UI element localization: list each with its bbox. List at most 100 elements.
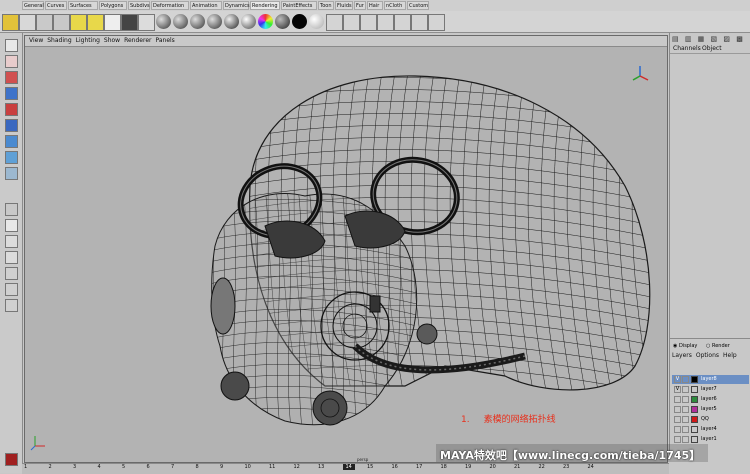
timeline-tick[interactable]: 9 (220, 464, 223, 470)
layer-color-swatch[interactable] (691, 386, 698, 393)
shelf-tab-dynamics[interactable]: Dynamics (223, 1, 250, 10)
object-menu[interactable]: Object (702, 45, 722, 52)
graph-editor-layout-icon[interactable] (5, 267, 18, 280)
material-sphere-icon[interactable] (207, 14, 222, 29)
batch-render-icon[interactable] (53, 14, 70, 31)
layer-row[interactable]: layer1 (672, 435, 749, 444)
layer-playback-toggle[interactable] (682, 436, 689, 443)
shelf-tab-curves[interactable]: Curves (45, 1, 67, 10)
layer-row[interactable]: layer4 (672, 425, 749, 434)
ramp-shader-icon[interactable] (258, 14, 273, 29)
layer-visibility-toggle[interactable] (674, 416, 681, 423)
shelf-tab-rendering[interactable]: Rendering (250, 1, 280, 10)
layer-color-swatch[interactable] (691, 436, 698, 443)
perspective-viewport[interactable]: View Shading Lighting Show Renderer Panels (24, 35, 668, 463)
timeline-tick[interactable]: 8 (196, 464, 199, 470)
layer-menu-help[interactable]: Help (723, 352, 737, 359)
show-manipulator-icon[interactable] (5, 167, 18, 180)
select-tool-icon[interactable] (5, 39, 18, 52)
timeline-tick[interactable]: 6 (147, 464, 150, 470)
viewport-menu-lighting[interactable]: Lighting (76, 37, 100, 44)
material-sphere-icon[interactable] (241, 14, 256, 29)
timeline-tick[interactable]: 14 (342, 464, 355, 470)
script-editor-icon[interactable] (5, 453, 18, 466)
paint-select-tool-icon[interactable] (5, 71, 18, 84)
shelf-tab-fur[interactable]: Fur (354, 1, 366, 10)
layer-row[interactable]: layer6 (672, 395, 749, 404)
timeline-tick[interactable]: 11 (269, 464, 275, 470)
layer-color-swatch[interactable] (691, 376, 698, 383)
timeline-tick[interactable]: 1 (24, 464, 27, 470)
camera-icon[interactable] (121, 14, 138, 31)
layer-visibility-toggle[interactable]: V (674, 386, 681, 393)
timeline-tick[interactable]: 10 (245, 464, 251, 470)
layer-menu-options[interactable]: Options (696, 352, 719, 359)
move-tool-icon[interactable] (5, 87, 18, 100)
render-layer-icon[interactable] (138, 14, 155, 31)
shelf-tab-hair[interactable]: Hair (367, 1, 383, 10)
shelf-tab-ncloth[interactable]: nCloth (384, 1, 406, 10)
black-sphere-icon[interactable] (292, 14, 307, 29)
timeline-tick[interactable]: 7 (171, 464, 174, 470)
layer-visibility-toggle[interactable] (674, 406, 681, 413)
timeline-tick[interactable]: 21 (514, 464, 520, 470)
timeline-tick[interactable]: 5 (122, 464, 125, 470)
layer-playback-toggle[interactable] (682, 406, 689, 413)
layer-color-swatch[interactable] (691, 426, 698, 433)
outliner-layout-icon[interactable] (5, 251, 18, 264)
render-radio[interactable]: ○ Render (706, 343, 730, 349)
layer-visibility-toggle[interactable]: V (674, 376, 681, 383)
timeline-tick[interactable]: 2 (49, 464, 52, 470)
timeline-tick[interactable]: 18 (441, 464, 447, 470)
timeline-tick[interactable]: 24 (588, 464, 594, 470)
scale-tool-icon[interactable] (5, 119, 18, 132)
layer-visibility-toggle[interactable] (674, 436, 681, 443)
texture-file-icon[interactable] (326, 14, 343, 31)
timeline-tick[interactable]: 19 (465, 464, 471, 470)
shelf-tab-surfaces[interactable]: Surfaces (68, 1, 98, 10)
material-sphere-icon[interactable] (190, 14, 205, 29)
shelf-tab-polygons[interactable]: Polygons (99, 1, 127, 10)
brush-icon[interactable] (428, 14, 445, 31)
light-icon[interactable] (70, 14, 87, 31)
render-settings-icon[interactable] (2, 14, 19, 31)
shelf-tab-deformation[interactable]: Deformation (151, 1, 189, 10)
material-sphere-icon[interactable] (224, 14, 239, 29)
shelf-tab-fluids[interactable]: Fluids (335, 1, 353, 10)
channels-menu[interactable]: Channels (673, 45, 701, 52)
timeline-tick[interactable]: 3 (73, 464, 76, 470)
shelf-tab-toon[interactable]: Toon (318, 1, 334, 10)
timeline-tick[interactable]: 23 (563, 464, 569, 470)
rotate-tool-icon[interactable] (5, 103, 18, 116)
manipulator-tool-icon[interactable] (5, 135, 18, 148)
layer-playback-toggle[interactable] (682, 376, 689, 383)
layer-playback-toggle[interactable] (682, 386, 689, 393)
layer-row[interactable]: Vlayer8 (672, 375, 749, 384)
white-sphere-icon[interactable] (309, 14, 324, 29)
delete-icon[interactable] (411, 14, 428, 31)
layer-color-swatch[interactable] (691, 416, 698, 423)
layer-playback-toggle[interactable] (682, 426, 689, 433)
timeline-tick[interactable]: 17 (416, 464, 422, 470)
display-radio[interactable]: ◉ Display (673, 343, 697, 349)
last-tool-icon[interactable] (5, 203, 18, 216)
timeline-tick[interactable]: 13 (318, 464, 324, 470)
layer-playback-toggle[interactable] (682, 396, 689, 403)
material-sphere-icon[interactable] (275, 14, 290, 29)
layer-row[interactable]: layer5 (672, 405, 749, 414)
persp-outliner-layout-icon[interactable] (5, 299, 18, 312)
shelf-tab-general[interactable]: General (22, 1, 44, 10)
paint-brush-icon[interactable] (394, 14, 411, 31)
layer-visibility-toggle[interactable] (674, 396, 681, 403)
layer-playback-toggle[interactable] (682, 416, 689, 423)
render-view-icon[interactable] (19, 14, 36, 31)
time-slider[interactable]: 1 2 3 4 5 6 7 8 9 10 11 12 13 14 15 16 17 18 19 20 21 22 23 24 (22, 463, 669, 474)
layer-row[interactable]: QQ (672, 415, 749, 424)
viewport-menu-shading[interactable]: Shading (47, 37, 71, 44)
timeline-tick[interactable]: 4 (98, 464, 101, 470)
material-sphere-icon[interactable] (173, 14, 188, 29)
shelf-tab-subdivs[interactable]: Subdivs (128, 1, 150, 10)
shelf-tab-custom[interactable]: Custom (407, 1, 429, 10)
layer-menu-layers[interactable]: Layers (672, 352, 692, 359)
shelf-tab-animation[interactable]: Animation (190, 1, 222, 10)
